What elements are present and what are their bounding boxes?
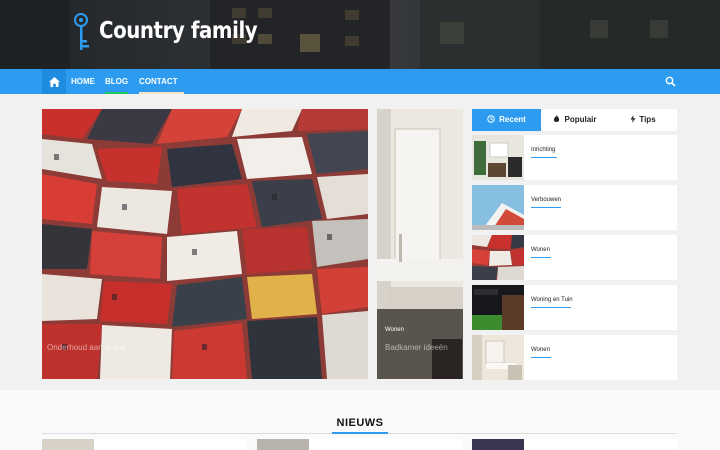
nav-home-button[interactable]	[42, 69, 66, 94]
flame-icon	[554, 115, 560, 122]
news-card[interactable]	[472, 439, 677, 450]
post-thumbnail[interactable]	[472, 135, 524, 180]
key-logo-icon[interactable]	[72, 12, 92, 54]
tab-label: Tips	[639, 115, 656, 124]
bolt-icon	[630, 115, 636, 123]
sidebar-tabs: Recent Populair Tips	[472, 109, 677, 131]
list-item[interactable]: Wonen	[472, 335, 677, 380]
home-icon	[48, 76, 60, 87]
hero-side-caption[interactable]: Badkamer ideeën	[385, 343, 448, 352]
clock-icon	[487, 115, 495, 123]
post-thumbnail[interactable]	[472, 235, 524, 280]
section-title-underline	[332, 432, 388, 434]
tab-recent[interactable]: Recent	[472, 109, 541, 131]
bathroom-image	[377, 109, 463, 379]
section-title: NIEUWS	[336, 417, 384, 429]
post-category[interactable]: Inrichting	[531, 147, 555, 153]
post-category[interactable]: Wonen	[531, 247, 550, 253]
list-item[interactable]: Woning en Tuin	[472, 285, 677, 330]
tabs-divider	[472, 131, 677, 133]
tab-populair[interactable]: Populair	[541, 109, 609, 131]
site-header: Country family	[0, 0, 720, 69]
hero-main-post[interactable]: Onderhoud aan je dak	[42, 109, 368, 379]
rooftops-image	[42, 109, 368, 379]
nav-item-label: BLOG	[105, 77, 129, 86]
main-nav: HOME BLOG CONTACT	[0, 69, 720, 94]
tab-label: Recent	[499, 115, 526, 124]
post-category[interactable]: Woning en Tuin	[531, 297, 573, 303]
tab-label: Populair	[564, 115, 597, 124]
news-card[interactable]	[257, 439, 462, 450]
post-thumbnail[interactable]	[472, 335, 524, 380]
category-underline	[531, 257, 551, 258]
news-card-thumbnail[interactable]	[472, 439, 524, 450]
news-card[interactable]	[42, 439, 247, 450]
category-underline	[531, 207, 561, 208]
list-item[interactable]: Wonen	[472, 235, 677, 280]
nav-item-label: CONTACT	[139, 77, 178, 86]
nav-item-blog[interactable]: BLOG	[105, 69, 129, 94]
post-category[interactable]: Verbouwen	[531, 197, 561, 203]
search-icon[interactable]	[665, 76, 676, 87]
category-underline	[531, 357, 551, 358]
hero-side-category[interactable]: Wonen	[385, 327, 404, 333]
news-card-thumbnail[interactable]	[257, 439, 309, 450]
category-underline	[531, 157, 557, 158]
post-category[interactable]: Wonen	[531, 347, 550, 353]
news-card-thumbnail[interactable]	[42, 439, 94, 450]
site-title[interactable]: Country family	[99, 18, 258, 44]
hero-main-caption[interactable]: Onderhoud aan je dak	[47, 343, 126, 352]
hero-side-post[interactable]: Badkamer ideeën	[377, 109, 463, 379]
nav-item-underline	[139, 92, 184, 94]
post-thumbnail[interactable]	[472, 185, 524, 230]
nav-item-label: HOME	[71, 77, 95, 86]
list-item[interactable]: Verbouwen	[472, 185, 677, 230]
nav-item-underline	[105, 92, 129, 94]
tab-tips[interactable]: Tips	[609, 109, 677, 131]
category-underline	[531, 307, 571, 308]
post-thumbnail[interactable]	[472, 285, 524, 330]
nav-item-home[interactable]: HOME	[71, 69, 95, 94]
nav-item-contact[interactable]: CONTACT	[139, 69, 184, 94]
list-item[interactable]: Inrichting	[472, 135, 677, 180]
